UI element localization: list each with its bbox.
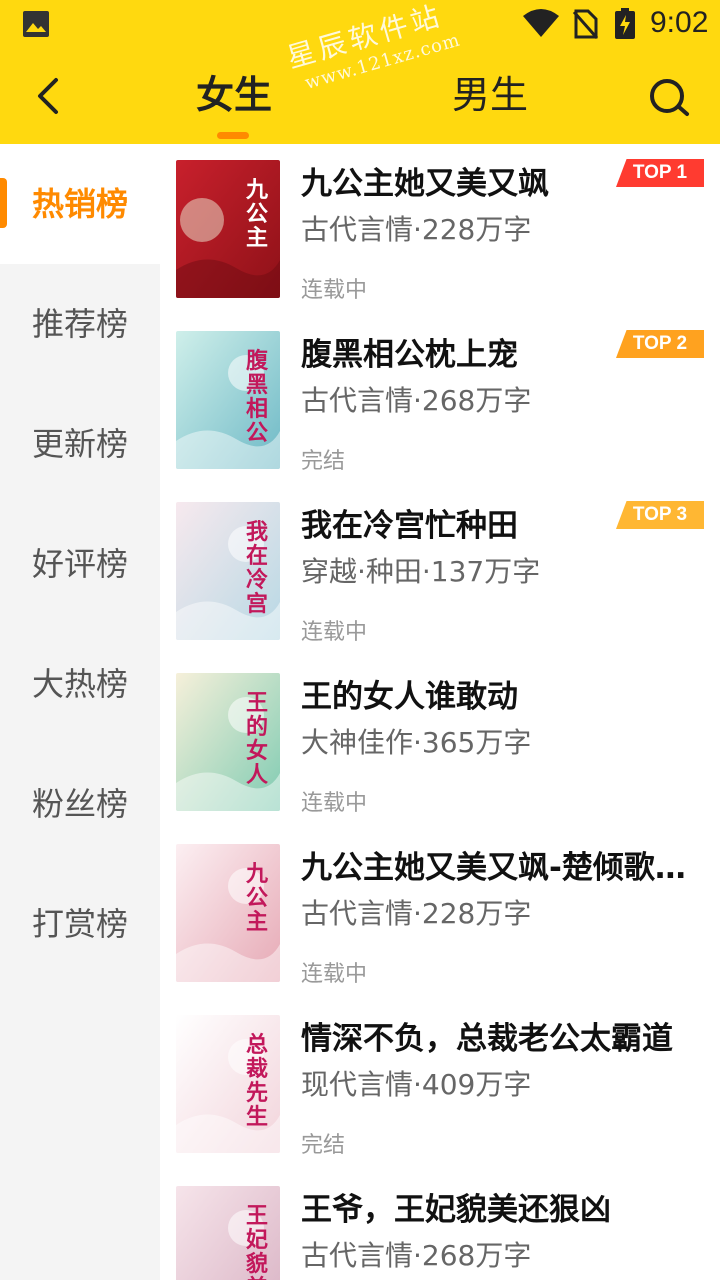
sidebar-item-hot-sales[interactable]: 热销榜 [0,144,160,264]
cover-title-text: 我在冷宫 [246,519,269,617]
cover-title-text: 王妃貌美 [246,1203,269,1280]
book-list-item[interactable]: 九公主 九公主她又美又飒-楚倾歌风… 古代言情·228万字连载中 [160,828,720,999]
book-cover-image: 我在冷宫 [176,502,280,640]
book-category-wordcount: 古代言情·228万字 [301,897,532,930]
book-cover-image: 九公主 [176,160,280,298]
back-arrow-icon[interactable] [30,74,70,118]
book-cover-image: 王妃貌美 [176,1186,280,1280]
book-title: 王的女人谁敢动 [301,679,518,715]
cover-title-text: 腹黑相公 [246,348,269,446]
book-list-item[interactable]: 九公主 九公主她又美又飒 古代言情·228万字 连载中 TOP 1 [160,144,720,315]
book-category-wordcount: 穿越·种田·137万字 [301,555,541,588]
sidebar-item-updated[interactable]: 更新榜 [0,384,160,504]
search-icon[interactable] [646,74,694,122]
sidebar-item-label: 粉丝榜 [31,785,128,823]
battery-charging-icon [615,8,635,39]
book-title: 王爷，王妃貌美还狠凶 [301,1192,611,1228]
wifi-icon [523,9,559,37]
sidebar-item-top-rated[interactable]: 好评榜 [0,504,160,624]
book-ranking-list: 九公主 九公主她又美又飒 古代言情·228万字 连载中 TOP 1 腹黑相公 腹黑相公枕上宠… [160,144,720,1280]
book-category-wordcount: 古代言情·228万字 [301,213,532,246]
sidebar-item-label: 更新榜 [31,425,128,463]
cover-title-text: 九公主 [246,861,269,935]
active-indicator [0,178,7,228]
book-status: 连载中 [301,791,368,816]
sidebar-item-trending[interactable]: 大热榜 [0,624,160,744]
no-sim-icon [572,9,598,39]
book-status: 连载中 [301,962,368,987]
book-cover-image: 总裁先生 [176,1015,280,1153]
book-list-item[interactable]: 总裁先生 情深不负，总裁老公太霸道 现代言情·409万字完结 [160,999,720,1170]
sidebar-item-recommended[interactable]: 推荐榜 [0,264,160,384]
sidebar-item-fans[interactable]: 粉丝榜 [0,744,160,864]
cover-title-text: 总裁先生 [246,1032,269,1130]
book-cover-image: 王的女人 [176,673,280,811]
tab-female[interactable]: 女生 [196,64,272,119]
book-title: 九公主她又美又飒-楚倾歌风… [301,850,701,886]
tab-indicator [217,132,249,139]
status-bar: 9:02 [0,0,720,48]
sidebar-item-label: 打赏榜 [31,905,128,943]
rank-badge: TOP 1 [616,159,704,187]
book-list-item[interactable]: 王妃貌美 王爷，王妃貌美还狠凶古代言情·268万字 [160,1170,720,1280]
tab-male[interactable]: 男生 [452,64,528,119]
sidebar-item-label: 推荐榜 [31,305,128,343]
book-status: 完结 [301,1133,346,1158]
top-app-bar: 9:02 女生 男生 星辰软件站 www.121xz.com [0,0,720,144]
book-category-wordcount: 古代言情·268万字 [301,384,532,417]
rank-badge: TOP 2 [616,330,704,358]
book-status: 完结 [301,449,346,474]
book-category-wordcount: 大神佳作·365万字 [301,726,532,759]
book-status: 连载中 [301,620,368,645]
book-list-item[interactable]: 腹黑相公 腹黑相公枕上宠 古代言情·268万字 完结 TOP 2 [160,315,720,486]
ranking-sidebar: 热销榜 推荐榜 更新榜 好评榜 大热榜 粉丝榜 打赏榜 [0,144,160,1280]
sidebar-item-label: 大热榜 [31,665,128,703]
gallery-icon [23,11,49,37]
book-title: 情深不负，总裁老公太霸道 [301,1021,673,1057]
sidebar-item-tips[interactable]: 打赏榜 [0,864,160,984]
book-cover-image: 九公主 [176,844,280,982]
book-list-item[interactable]: 王的女人 王的女人谁敢动 大神佳作·365万字连载中 [160,657,720,828]
cover-title-text: 王的女人 [246,690,269,788]
book-cover-image: 腹黑相公 [176,331,280,469]
book-status: 连载中 [301,278,368,303]
sidebar-item-label: 好评榜 [31,545,128,583]
book-category-wordcount: 古代言情·268万字 [301,1239,532,1272]
book-category-wordcount: 现代言情·409万字 [301,1068,532,1101]
rank-badge: TOP 3 [616,501,704,529]
cover-title-text: 九公主 [246,177,269,251]
clock: 9:02 [650,6,709,39]
book-list-item[interactable]: 我在冷宫 我在冷宫忙种田 穿越·种田·137万字 连载中 TOP 3 [160,486,720,657]
sidebar-item-label: 热销榜 [31,185,128,223]
